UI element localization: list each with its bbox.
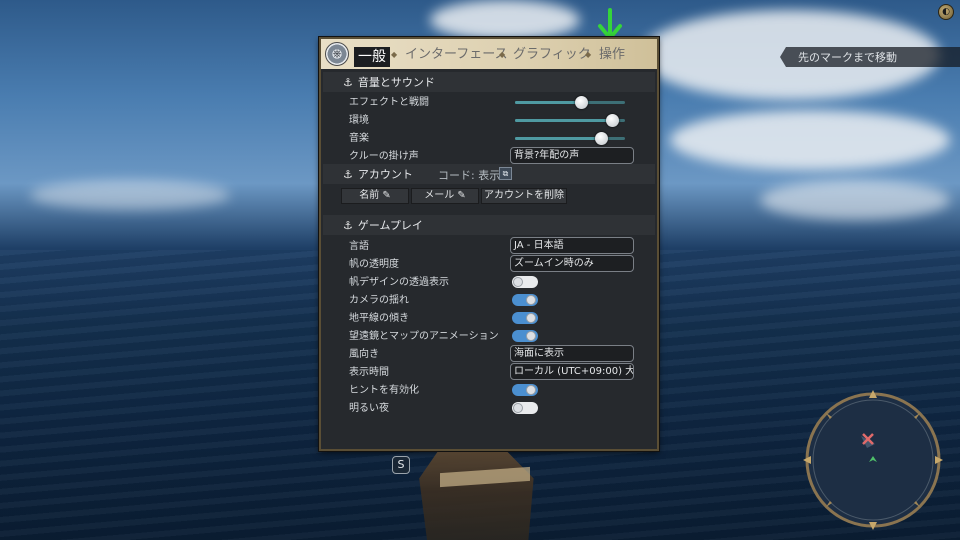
sail-transparency-label: 帆の透明度 xyxy=(349,259,399,270)
time-display-select[interactable]: ローカル (UTC+09:00) 大... xyxy=(510,363,634,380)
section-sound: ⚓ 音量とサウンド xyxy=(323,72,655,92)
music-volume-label: 音楽 xyxy=(349,133,369,144)
tab-interface[interactable]: インターフェース xyxy=(405,45,508,67)
bright-night-toggle[interactable] xyxy=(512,402,538,414)
wind-direction-select[interactable]: 海面に表示 xyxy=(510,345,634,362)
horizon-tilt-label: 地平線の傾き xyxy=(349,313,409,324)
tab-graphics[interactable]: グラフィック xyxy=(513,45,591,67)
anchor-icon: ⚓ xyxy=(343,75,353,89)
slider-knob[interactable] xyxy=(595,132,608,145)
effects-volume-label: エフェクトと戦闘 xyxy=(349,97,429,108)
cloud xyxy=(760,180,950,220)
music-volume-slider[interactable] xyxy=(515,132,625,145)
cloud xyxy=(430,0,580,40)
sail-design-transparent-toggle[interactable] xyxy=(512,276,538,288)
scope-map-anim-label: 望遠鏡とマップのアニメーション xyxy=(349,331,499,342)
hints-label: ヒントを有効化 xyxy=(349,385,419,396)
settings-panel: ⎈ 一般 ◆ インターフェース ◆ グラフィック ◆ 操作 ⚓ 音量とサウンド … xyxy=(319,37,659,451)
horizon-tilt-toggle[interactable] xyxy=(512,312,538,324)
interact-key-hint[interactable]: S xyxy=(392,456,410,474)
tab-separator-icon: ◆ xyxy=(391,50,398,59)
section-gameplay: ⚓ ゲームプレイ xyxy=(323,215,655,235)
effects-volume-slider[interactable] xyxy=(515,96,625,109)
crew-call-label: クルーの掛け声 xyxy=(349,151,419,162)
nav-hint-banner[interactable]: 先のマークまで移動 xyxy=(780,47,960,67)
camera-shake-label: カメラの揺れ xyxy=(349,295,409,306)
menu-compass-button[interactable]: ◐ xyxy=(938,4,954,20)
anchor-icon: ⚓ xyxy=(343,218,353,232)
bright-night-label: 明るい夜 xyxy=(349,403,389,414)
cloud xyxy=(30,180,230,210)
anchor-icon: ⚓ xyxy=(343,167,353,181)
hints-toggle[interactable] xyxy=(512,384,538,396)
edit-mail-button[interactable]: メール ✎ xyxy=(411,188,479,204)
slider-fill xyxy=(515,119,614,122)
crew-call-select[interactable]: 背景?年配の声 xyxy=(510,147,634,164)
account-code-label: コード: 表示 xyxy=(438,169,501,182)
sail-design-transparent-label: 帆デザインの透過表示 xyxy=(349,277,449,288)
edit-name-button[interactable]: 名前 ✎ xyxy=(341,188,409,204)
camera-shake-toggle[interactable] xyxy=(512,294,538,306)
tab-separator-icon: ◆ xyxy=(499,50,506,59)
slider-fill xyxy=(515,137,603,140)
settings-tab-bar: ⎈ 一般 ◆ インターフェース ◆ グラフィック ◆ 操作 xyxy=(321,39,657,69)
section-title: アカウント xyxy=(357,168,413,181)
language-select[interactable]: JA - 日本語 xyxy=(510,237,634,254)
wind-direction-label: 風向き xyxy=(349,349,379,360)
slider-knob[interactable] xyxy=(606,114,619,127)
sail-transparency-select[interactable]: ズームイン時のみ xyxy=(510,255,634,272)
minimap[interactable] xyxy=(801,388,945,532)
nav-hint-text: 先のマークまで移動 xyxy=(798,51,897,64)
section-title: ゲームプレイ xyxy=(357,219,423,232)
ambient-volume-slider[interactable] xyxy=(515,114,625,127)
section-title: 音量とサウンド xyxy=(357,76,435,89)
tab-controls[interactable]: 操作 xyxy=(599,45,625,67)
scope-map-anim-toggle[interactable] xyxy=(512,330,538,342)
delete-account-button[interactable]: アカウントを削除 xyxy=(481,188,567,204)
ambient-volume-label: 環境 xyxy=(349,115,369,126)
language-label: 言語 xyxy=(349,241,369,252)
slider-knob[interactable] xyxy=(575,96,588,109)
tab-separator-icon: ◆ xyxy=(585,50,592,59)
tab-general[interactable]: 一般 xyxy=(354,47,390,67)
time-display-label: 表示時間 xyxy=(349,367,389,378)
ship-wheel-icon: ⎈ xyxy=(325,42,349,66)
cloud xyxy=(670,110,950,170)
copy-code-icon[interactable]: ⧉ xyxy=(499,167,512,180)
slider-fill xyxy=(515,101,581,104)
